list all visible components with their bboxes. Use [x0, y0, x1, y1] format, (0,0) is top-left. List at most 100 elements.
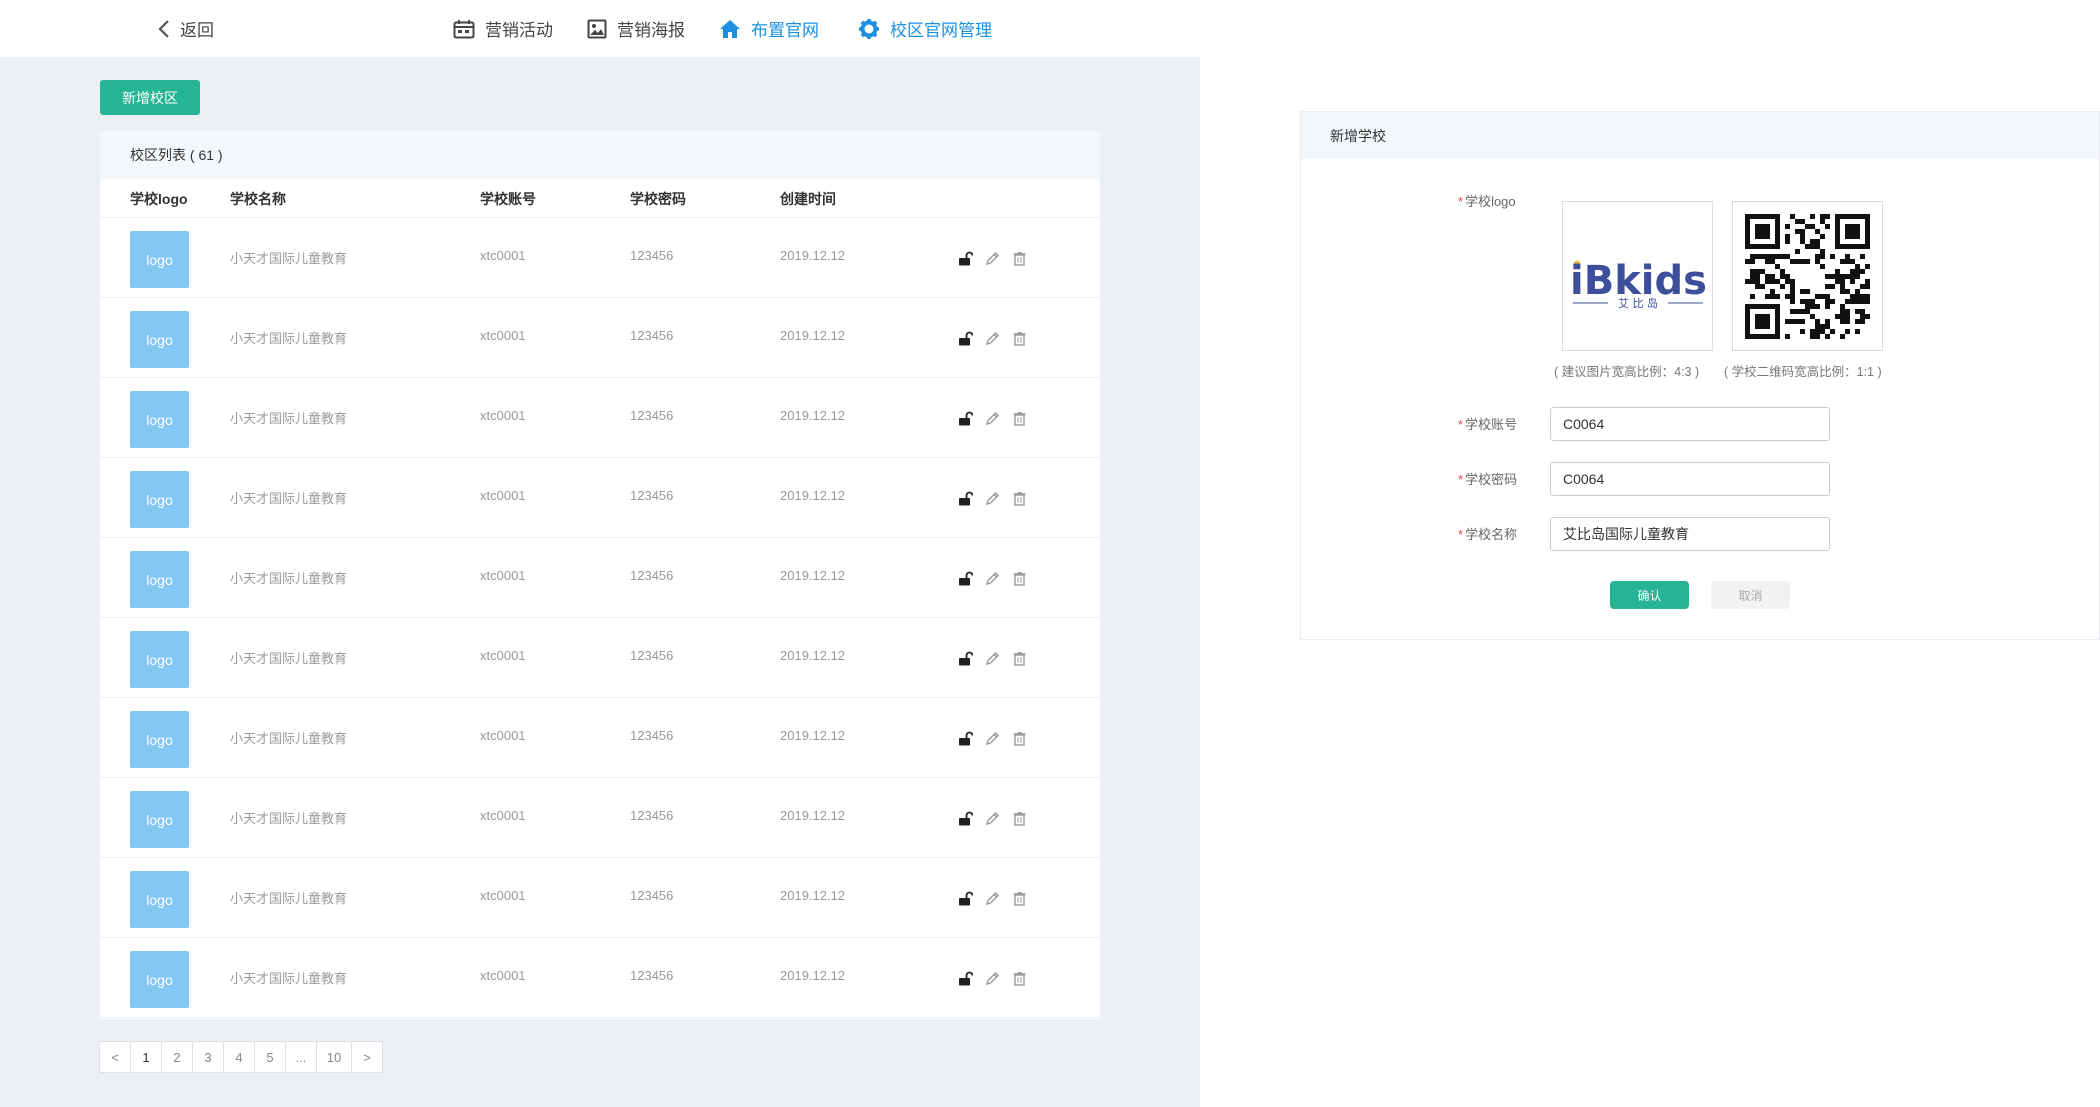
chevron-left-icon	[158, 19, 170, 38]
delete-icon[interactable]	[1012, 411, 1027, 426]
next-page-button[interactable]: >	[351, 1041, 383, 1073]
edit-icon[interactable]	[985, 491, 1000, 506]
page-button-4[interactable]: 4	[223, 1041, 255, 1073]
school-account-input[interactable]	[1550, 407, 1830, 441]
password-label: * 学校密码	[1458, 469, 1517, 488]
school-logo-placeholder: logo	[130, 311, 189, 368]
school-logo-placeholder: logo	[130, 951, 189, 1008]
unlock-icon[interactable]	[958, 251, 973, 266]
delete-icon[interactable]	[1012, 251, 1027, 266]
page-button-1[interactable]: 1	[130, 1041, 162, 1073]
school-logo-upload[interactable]: iBkids 艾 比 岛	[1562, 201, 1713, 351]
unlock-icon[interactable]	[958, 891, 973, 906]
school-qrcode-upload[interactable]	[1732, 201, 1883, 351]
edit-icon[interactable]	[985, 411, 1000, 426]
delete-icon[interactable]	[1012, 811, 1027, 826]
row-actions	[958, 571, 1027, 586]
row-actions	[958, 331, 1027, 346]
row-actions	[958, 491, 1027, 506]
top-nav: 返回 营销活动 营销海报 布置官网 校区官网管理	[0, 0, 1200, 57]
school-name-input[interactable]	[1550, 517, 1830, 551]
name-label: * 学校名称	[1458, 524, 1517, 543]
delete-icon[interactable]	[1012, 891, 1027, 906]
school-name-cell: 小天才国际儿童教育	[230, 411, 348, 426]
account-label-text: 学校账号	[1465, 417, 1518, 432]
page-button-2[interactable]: 2	[161, 1041, 193, 1073]
page-button-3[interactable]: 3	[192, 1041, 224, 1073]
school-password-cell: 123456	[630, 408, 674, 423]
unlock-icon[interactable]	[958, 571, 973, 586]
unlock-icon[interactable]	[958, 491, 973, 506]
nav-item-setup-website[interactable]: 布置官网	[719, 0, 819, 57]
required-mark: *	[1458, 417, 1464, 432]
edit-icon[interactable]	[985, 251, 1000, 266]
delete-icon[interactable]	[1012, 971, 1027, 986]
logo-label-text: 学校logo	[1465, 194, 1516, 209]
image-icon	[587, 19, 607, 39]
unlock-icon[interactable]	[958, 811, 973, 826]
confirm-button[interactable]: 确认	[1610, 581, 1689, 609]
unlock-icon[interactable]	[958, 411, 973, 426]
school-logo-placeholder: logo	[130, 791, 189, 848]
delete-icon[interactable]	[1012, 331, 1027, 346]
back-label: 返回	[180, 21, 214, 40]
form-title: 新增学校	[1301, 112, 2099, 159]
page-button-10[interactable]: 10	[316, 1041, 352, 1073]
add-campus-button[interactable]: 新增校区	[100, 80, 200, 115]
school-logo-placeholder: logo	[130, 631, 189, 688]
unlock-icon[interactable]	[958, 651, 973, 666]
row-actions	[958, 651, 1027, 666]
home-icon	[719, 19, 741, 39]
school-password-cell: 123456	[630, 568, 674, 583]
school-account-cell: xtc0001	[480, 408, 526, 423]
logo-brand-subtext: 艾 比 岛	[1618, 296, 1658, 310]
prev-page-button[interactable]: <	[99, 1041, 131, 1073]
back-button[interactable]: 返回	[158, 0, 214, 57]
page-ellipsis: ...	[285, 1041, 317, 1073]
nav-label: 营销活动	[485, 21, 553, 40]
pagination: < 1 2 3 4 5 ... 10 >	[99, 1041, 383, 1073]
gear-icon	[858, 18, 880, 40]
edit-icon[interactable]	[985, 811, 1000, 826]
school-account-cell: xtc0001	[480, 568, 526, 583]
nav-item-marketing-activity[interactable]: 营销活动	[453, 0, 553, 57]
edit-icon[interactable]	[985, 891, 1000, 906]
table-row: logo 小天才国际儿童教育 xtc0001 123456 2019.12.12	[100, 778, 1100, 858]
school-password-input[interactable]	[1550, 462, 1830, 496]
school-name-cell: 小天才国际儿童教育	[230, 571, 348, 586]
page-button-5[interactable]: 5	[254, 1041, 286, 1073]
delete-icon[interactable]	[1012, 651, 1027, 666]
nav-item-campus-website-management[interactable]: 校区官网管理	[858, 0, 992, 57]
add-school-form: 新增学校 * 学校logo iBkids 艾 比 岛 ( 建议图片宽高比例：4:3…	[1300, 111, 2100, 640]
school-account-cell: xtc0001	[480, 328, 526, 343]
table-row: logo 小天才国际儿童教育 xtc0001 123456 2019.12.12	[100, 218, 1100, 298]
created-date-cell: 2019.12.12	[780, 648, 846, 663]
row-actions	[958, 251, 1027, 266]
cancel-button[interactable]: 取消	[1711, 581, 1790, 609]
delete-icon[interactable]	[1012, 731, 1027, 746]
unlock-icon[interactable]	[958, 971, 973, 986]
row-actions	[958, 731, 1027, 746]
qrcode-image	[1745, 214, 1870, 339]
table-row: logo 小天才国际儿童教育 xtc0001 123456 2019.12.12	[100, 298, 1100, 378]
edit-icon[interactable]	[985, 731, 1000, 746]
delete-icon[interactable]	[1012, 571, 1027, 586]
column-header-account: 学校账号	[480, 191, 536, 207]
column-header-created: 创建时间	[780, 191, 836, 207]
school-logo-placeholder: logo	[130, 551, 189, 608]
created-date-cell: 2019.12.12	[780, 808, 846, 823]
school-account-cell: xtc0001	[480, 888, 526, 903]
edit-icon[interactable]	[985, 571, 1000, 586]
unlock-icon[interactable]	[958, 731, 973, 746]
unlock-icon[interactable]	[958, 331, 973, 346]
qrcode-ratio-hint: ( 学校二维码宽高比例：1:1 )	[1724, 365, 1882, 379]
edit-icon[interactable]	[985, 651, 1000, 666]
edit-icon[interactable]	[985, 971, 1000, 986]
delete-icon[interactable]	[1012, 491, 1027, 506]
school-password-cell: 123456	[630, 728, 674, 743]
school-account-cell: xtc0001	[480, 808, 526, 823]
school-name-cell: 小天才国际儿童教育	[230, 731, 348, 746]
nav-item-marketing-poster[interactable]: 营销海报	[587, 0, 685, 57]
edit-icon[interactable]	[985, 331, 1000, 346]
school-account-cell: xtc0001	[480, 968, 526, 983]
